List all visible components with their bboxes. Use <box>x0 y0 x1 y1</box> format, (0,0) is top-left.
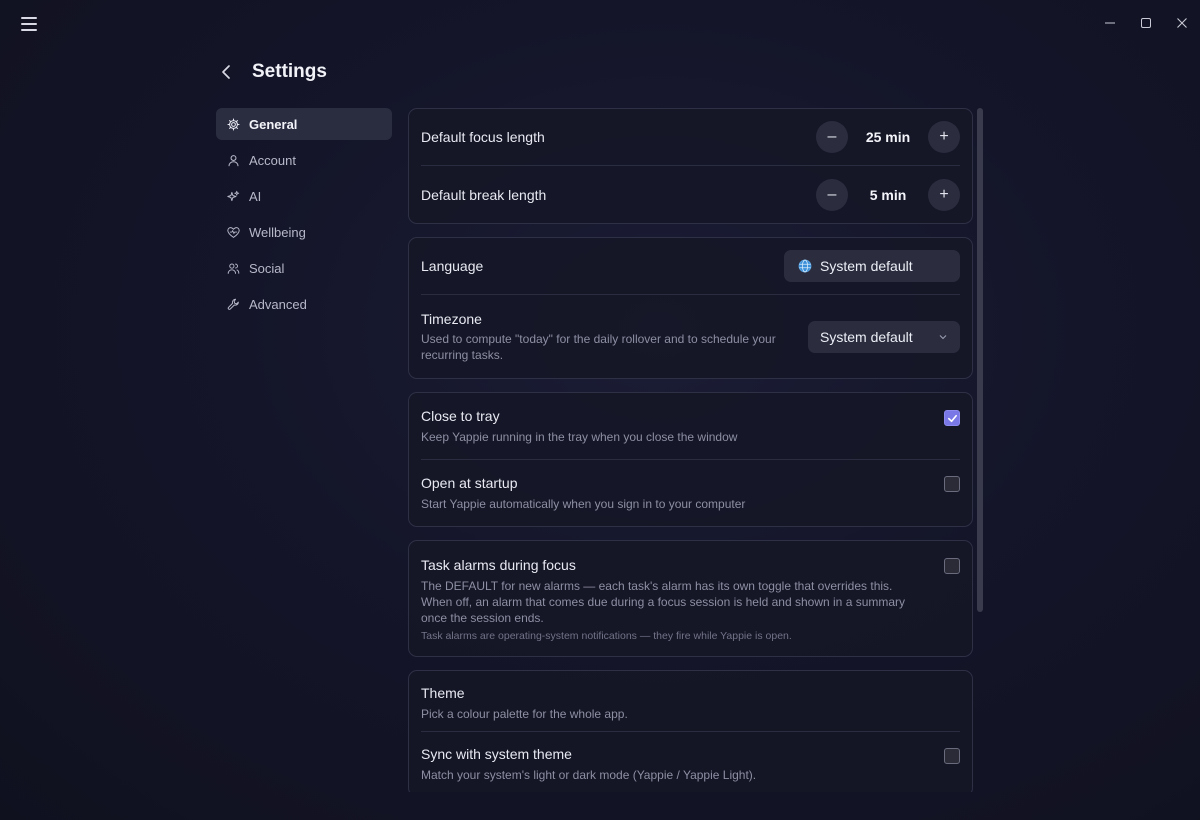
sidebar-item-advanced[interactable]: Advanced <box>216 288 392 320</box>
sidebar-item-general[interactable]: General <box>216 108 392 140</box>
timezone-description: Used to compute "today" for the daily ro… <box>421 331 776 362</box>
language-row: Language System default <box>421 238 960 295</box>
task-alarms-description: The DEFAULT for new alarms — each task's… <box>421 579 906 625</box>
locale-settings-card: Language System default Timezone Used to… <box>408 237 973 379</box>
sync-theme-description: Match your system's light or dark mode (… <box>421 767 757 782</box>
task-alarms-row: Task alarms during focus The DEFAULT for… <box>421 541 960 656</box>
sidebar-item-label: AI <box>249 188 262 204</box>
focus-length-label: Default focus length <box>421 129 545 145</box>
timezone-label: Timezone <box>421 310 482 327</box>
language-button[interactable]: System default <box>784 250 960 282</box>
close-to-tray-row: Close to tray Keep Yappie running in the… <box>421 393 960 460</box>
task-alarms-text: Task alarms during focus The DEFAULT for… <box>421 557 944 642</box>
focus-length-stepper: – 25 min + <box>816 121 960 153</box>
timezone-row: Timezone Used to compute "today" for the… <box>421 295 960 378</box>
break-length-label: Default break length <box>421 186 547 203</box>
close-icon[interactable] <box>1164 0 1200 46</box>
sync-theme-row: Sync with system theme Match your system… <box>421 732 960 792</box>
timezone-value: System default <box>820 328 913 345</box>
task-alarms-label: Task alarms during focus <box>421 557 576 573</box>
open-at-startup-label: Open at startup <box>421 474 518 491</box>
sidebar-item-account[interactable]: Account <box>216 144 392 176</box>
break-length-value: 5 min <box>869 186 907 203</box>
menu-bar <box>21 17 37 19</box>
sync-theme-checkbox[interactable] <box>944 748 960 764</box>
language-value: System default <box>820 258 913 274</box>
task-alarms-note: Task alarms are operating-system notific… <box>421 630 792 642</box>
sync-theme-label: Sync with system theme <box>421 745 572 762</box>
focus-length-value: 25 min <box>865 129 911 145</box>
sidebar-item-label: Wellbeing <box>249 224 306 240</box>
increment-break-button[interactable]: + <box>928 178 960 211</box>
settings-content: Default focus length – 25 min + Default … <box>408 108 973 792</box>
timer-settings-card: Default focus length – 25 min + Default … <box>408 108 973 224</box>
gear-icon <box>227 117 240 131</box>
appearance-card: Theme Pick a colour palette for the whol… <box>408 670 973 792</box>
window-behaviour-card: Close to tray Keep Yappie running in the… <box>408 392 973 527</box>
sidebar-item-label: Account <box>249 152 296 168</box>
page-title: Settings <box>252 61 327 82</box>
sidebar-item-social[interactable]: Social <box>216 252 392 284</box>
language-label: Language <box>421 258 484 274</box>
open-at-startup-description: Start Yappie automatically when you sign… <box>421 496 746 511</box>
theme-row[interactable]: Theme Pick a colour palette for the whol… <box>421 671 960 732</box>
sidebar-item-label: Social <box>249 260 285 276</box>
task-alarms-checkbox[interactable] <box>944 558 960 574</box>
minimize-icon[interactable] <box>1092 0 1128 46</box>
close-to-tray-checkbox[interactable] <box>944 410 960 426</box>
hamburger-menu-icon[interactable] <box>18 14 40 34</box>
users-icon <box>227 262 240 274</box>
checkmark-icon <box>947 414 957 422</box>
decrement-break-button[interactable]: – <box>816 178 848 211</box>
settings-sidebar: General Account AI Wellbeing Social Adva… <box>216 108 392 324</box>
focus-length-row: Default focus length – 25 min + <box>421 109 960 166</box>
sidebar-item-ai[interactable]: AI <box>216 180 392 212</box>
menu-bar <box>21 29 37 31</box>
menu-bar <box>21 23 37 25</box>
increment-focus-button[interactable]: + <box>928 121 960 153</box>
chevron-down-icon <box>939 334 947 339</box>
chevron-left-icon[interactable] <box>216 60 236 84</box>
close-to-tray-text: Close to tray Keep Yappie running in the… <box>421 408 944 445</box>
open-at-startup-row: Open at startup Start Yappie automatical… <box>421 460 960 526</box>
sparkles-icon <box>227 190 240 201</box>
timezone-text: Timezone Used to compute "today" for the… <box>421 311 808 363</box>
theme-label: Theme <box>421 685 465 701</box>
close-to-tray-label: Close to tray <box>421 407 500 424</box>
content-scrollbar[interactable] <box>977 108 983 612</box>
open-at-startup-text: Open at startup Start Yappie automatical… <box>421 475 944 512</box>
close-to-tray-description: Keep Yappie running in the tray when you… <box>421 429 738 444</box>
break-length-stepper: – 5 min + <box>816 178 960 211</box>
window-controls <box>1092 0 1200 46</box>
decrement-focus-button[interactable]: – <box>816 121 848 153</box>
maximize-icon[interactable] <box>1128 0 1164 46</box>
sync-theme-text: Sync with system theme Match your system… <box>421 746 944 783</box>
timezone-select[interactable]: System default <box>808 320 960 353</box>
theme-text: Theme Pick a colour palette for the whol… <box>421 685 960 722</box>
globe-icon <box>798 259 812 273</box>
open-at-startup-checkbox[interactable] <box>944 476 960 492</box>
user-icon <box>228 154 239 166</box>
page-header: Settings <box>216 60 327 84</box>
heart-pulse-icon <box>227 226 240 238</box>
sidebar-item-label: General <box>249 116 298 132</box>
wrench-icon <box>227 298 239 310</box>
sidebar-item-wellbeing[interactable]: Wellbeing <box>216 216 392 248</box>
sidebar-item-label: Advanced <box>249 296 307 312</box>
theme-description: Pick a colour palette for the whole app. <box>421 707 628 721</box>
break-length-row: Default break length – 5 min + <box>421 166 960 223</box>
alarms-card: Task alarms during focus The DEFAULT for… <box>408 540 973 657</box>
